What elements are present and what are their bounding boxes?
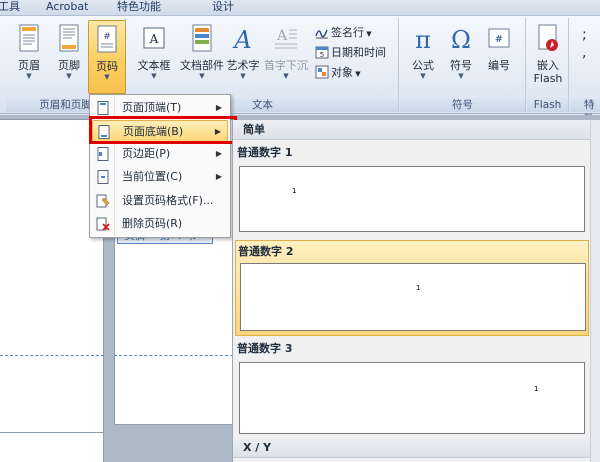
chevron-down-icon: ▼ bbox=[66, 72, 72, 80]
drop-cap-icon: A bbox=[275, 28, 297, 49]
tab-acrobat[interactable]: Acrobat bbox=[46, 0, 88, 15]
chevron-down-icon: ▼ bbox=[26, 72, 32, 80]
omega-icon: Ω bbox=[451, 26, 471, 54]
page-number-icon: # bbox=[97, 25, 117, 53]
group-label-special: 特殊 bbox=[570, 98, 600, 125]
svg-text:A: A bbox=[149, 32, 159, 46]
page-thumbnail-left-bottom bbox=[0, 432, 104, 462]
svg-text:Ω: Ω bbox=[451, 26, 471, 54]
chevron-down-icon: ▼ bbox=[420, 72, 426, 80]
gallery-item-plain-number-2[interactable]: 普通数字 2 1 bbox=[235, 240, 589, 336]
group-label-symbols: 符号 bbox=[400, 98, 525, 112]
equation-button[interactable]: π 公式 ▼ bbox=[404, 20, 442, 94]
menu-item-format-page-numbers[interactable]: 设置页码格式(F)... bbox=[92, 190, 228, 212]
menu-item-page-margins[interactable]: 页边距(P) ▶ bbox=[92, 143, 228, 165]
remove-page-number-icon bbox=[96, 217, 110, 231]
gallery-item-plain-number-1[interactable]: 普通数字 1 1 bbox=[235, 142, 589, 234]
gallery-item-preview: 1 bbox=[239, 166, 585, 232]
tab-special-features[interactable]: 特色功能 bbox=[117, 0, 161, 15]
gallery-item-title: 普通数字 3 bbox=[237, 342, 293, 355]
menu-item-remove-page-numbers[interactable]: 删除页码(R) bbox=[92, 213, 228, 235]
calendar-icon: 5 bbox=[315, 46, 329, 59]
current-position-icon bbox=[97, 170, 109, 184]
signature-line-button[interactable]: 签名行 ▼ bbox=[315, 24, 372, 42]
group-symbols: π 公式 ▼ Ω 符号 ▼ # 编号 符号 bbox=[400, 18, 526, 112]
footer-boundary-left bbox=[0, 355, 104, 356]
chevron-down-icon: ▼ bbox=[240, 72, 246, 80]
chevron-down-icon: ▼ bbox=[104, 73, 110, 81]
format-page-number-icon bbox=[96, 194, 110, 208]
footer-button[interactable]: 页脚 ▼ bbox=[50, 20, 88, 94]
gallery-item-preview: 1 bbox=[239, 362, 585, 434]
signature-icon bbox=[315, 29, 328, 39]
svg-text:5: 5 bbox=[320, 51, 324, 59]
group-label-flash: Flash bbox=[527, 98, 568, 112]
object-button[interactable]: 对象 ▼ bbox=[315, 64, 361, 82]
gallery-item-title: 普通数字 1 bbox=[237, 146, 293, 159]
quick-parts-icon bbox=[192, 24, 212, 52]
tab-tools[interactable]: 工具 bbox=[0, 0, 20, 15]
object-icon bbox=[315, 65, 329, 79]
svg-text:#: # bbox=[103, 32, 111, 42]
symbol-button[interactable]: Ω 符号 ▼ bbox=[442, 20, 480, 94]
gallery-item-preview: 1 bbox=[240, 263, 586, 331]
page-number-button[interactable]: # 页码 ▼ bbox=[88, 20, 126, 94]
submenu-arrow-icon: ▶ bbox=[215, 172, 222, 181]
numbering-button[interactable]: # 编号 bbox=[480, 20, 518, 94]
header-button[interactable]: 页眉 ▼ bbox=[10, 20, 48, 94]
footer-icon bbox=[59, 24, 79, 52]
flash-icon bbox=[538, 24, 558, 51]
gallery-section-xy: X / Y bbox=[233, 438, 591, 458]
pi-icon: π bbox=[415, 26, 431, 54]
group-special: ;, 特殊 bbox=[570, 18, 600, 125]
header-icon bbox=[19, 24, 39, 52]
page-top-icon bbox=[97, 101, 109, 115]
drop-cap-button[interactable]: A 首字下沉 ▼ bbox=[263, 20, 309, 94]
svg-text:π: π bbox=[415, 26, 431, 54]
svg-text:#: # bbox=[495, 34, 503, 45]
gallery-section-simple: 简单 bbox=[233, 120, 591, 140]
quick-parts-button[interactable]: 文档部件 ▼ bbox=[179, 20, 225, 94]
special-punctuation-icon[interactable]: ;, bbox=[582, 26, 587, 62]
chevron-down-icon: ▼ bbox=[458, 72, 464, 80]
chevron-down-icon: ▼ bbox=[199, 72, 205, 80]
numbering-icon: # bbox=[488, 28, 510, 48]
date-time-button[interactable]: 5 日期和时间 bbox=[315, 44, 386, 62]
highlight-annotation-box bbox=[89, 116, 237, 144]
page-number-gallery: 简单 普通数字 1 1 普通数字 2 1 普通数字 3 1 X / Y bbox=[232, 120, 600, 462]
page-margin-icon bbox=[97, 147, 109, 161]
gallery-item-plain-number-3[interactable]: 普通数字 3 1 bbox=[235, 340, 589, 436]
menu-item-current-position[interactable]: 当前位置(C) ▶ bbox=[92, 166, 228, 188]
svg-text:A: A bbox=[232, 26, 251, 54]
textbox-button[interactable]: A 文本框 ▼ bbox=[135, 20, 173, 94]
tab-design[interactable]: 设计 bbox=[212, 0, 234, 15]
insert-flash-button[interactable]: 嵌入 Flash bbox=[529, 20, 567, 94]
svg-text:A: A bbox=[276, 28, 288, 44]
textbox-icon: A bbox=[143, 27, 165, 49]
chevron-down-icon: ▼ bbox=[151, 72, 157, 80]
ribbon-tab-strip: 工具 Acrobat 特色功能 设计 bbox=[0, 0, 600, 16]
gallery-item-title: 普通数字 2 bbox=[238, 245, 294, 258]
wordart-button[interactable]: A 艺术字 ▼ bbox=[225, 20, 261, 94]
word-window: 工具 Acrobat 特色功能 设计 页眉 ▼ 页脚 ▼ # 页码 ▼ 页眉和页… bbox=[0, 0, 600, 462]
gallery-scrollbar[interactable] bbox=[590, 120, 600, 462]
footer-boundary-middle bbox=[114, 355, 238, 356]
wordart-icon: A bbox=[232, 26, 251, 54]
group-flash: 嵌入 Flash Flash bbox=[527, 18, 569, 112]
chevron-down-icon: ▼ bbox=[283, 72, 289, 80]
submenu-arrow-icon: ▶ bbox=[215, 149, 222, 158]
